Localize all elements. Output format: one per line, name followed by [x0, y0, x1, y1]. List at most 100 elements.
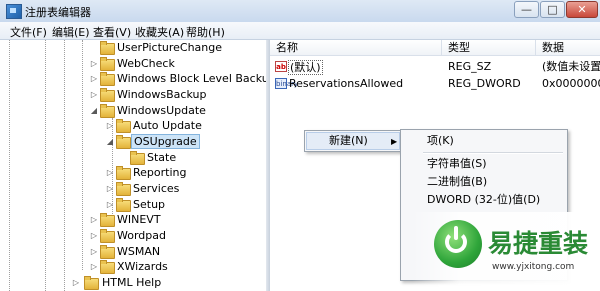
folder-icon [100, 72, 115, 86]
tree-item-label: Windows Block Level Backup [117, 72, 266, 85]
folder-icon [100, 104, 115, 118]
tree-item-label: WindowsUpdate [117, 104, 206, 117]
folder-open-icon [116, 135, 131, 149]
folder-icon [116, 182, 131, 196]
tree-item-label: Reporting [133, 166, 187, 179]
minimize-button[interactable]: — [514, 1, 539, 18]
tree-item-label: XWizards [117, 260, 168, 273]
tree-item-label: UserPictureChange [117, 41, 223, 54]
column-header-data[interactable]: 数据 [536, 40, 600, 56]
value-row-default[interactable]: ab (默认) REG_SZ (数值未设置 [270, 59, 600, 75]
folder-icon [130, 151, 145, 165]
menu-separator [423, 152, 563, 154]
tree-item-auto-update[interactable]: ▷ Auto Update [0, 118, 266, 133]
tree-item-osupgrade[interactable]: ◢ OSUpgrade [0, 134, 266, 149]
submenu-arrow-icon: ▶ [391, 137, 398, 146]
tree-item-xwizards[interactable]: ▷ XWizards [0, 259, 266, 274]
tree-item-label: WINEVT [117, 213, 161, 226]
folder-icon [116, 198, 131, 212]
folder-icon [116, 166, 131, 180]
folder-icon [116, 119, 131, 133]
binary-value-icon: binary [275, 78, 299, 89]
expand-arrow-icon[interactable]: ▷ [106, 184, 114, 193]
watermark: 易捷重装 www.yjxitong.com [412, 212, 600, 291]
expand-arrow-icon[interactable]: ▷ [90, 59, 98, 68]
window-title: 注册表编辑器 [25, 6, 91, 19]
value-type: REG_DWORD [448, 77, 521, 90]
expand-arrow-icon[interactable]: ▷ [90, 215, 98, 224]
folder-icon [100, 213, 115, 227]
tree-item-webcheck[interactable]: ▷ WebCheck [0, 56, 266, 71]
collapse-arrow-icon[interactable]: ◢ [90, 106, 98, 115]
menu-file[interactable]: 文件(F) [10, 24, 47, 40]
menu-item-string-value[interactable]: 字符串值(S) [427, 155, 487, 173]
string-value-icon: ab [275, 61, 287, 72]
menu-bar: 文件(F) 编辑(E) 查看(V) 收藏夹(A) 帮助(H) [0, 22, 600, 40]
value-name: (默认) [288, 60, 323, 75]
value-type: REG_SZ [448, 60, 492, 73]
tree-item-label: HTML Help [102, 276, 162, 289]
expand-arrow-icon[interactable]: ▷ [106, 168, 114, 177]
tree-item-label: Wordpad [117, 229, 166, 242]
tree-item-label: State [147, 151, 177, 164]
tree-item-label: WebCheck [117, 57, 175, 70]
tree-item-wordpad[interactable]: ▷ Wordpad [0, 228, 266, 243]
registry-tree[interactable]: UserPictureChange ▷ WebCheck ▷ Windows B… [0, 40, 266, 291]
tree-item-windowsupdate[interactable]: ◢ WindowsUpdate [0, 103, 266, 118]
expand-arrow-icon[interactable]: ▷ [72, 278, 80, 287]
watermark-url: www.yjxitong.com [492, 262, 575, 272]
tree-item-reporting[interactable]: ▷ Reporting [0, 165, 266, 180]
tree-item-label: OSUpgrade [131, 134, 200, 149]
tree-item-label: WindowsBackup [117, 88, 207, 101]
menu-view[interactable]: 查看(V) [93, 24, 131, 40]
menu-item-key[interactable]: 项(K) [427, 132, 454, 150]
maximize-button[interactable]: □ [540, 1, 565, 18]
menu-item-new[interactable]: 新建(N) ▶ [306, 132, 400, 150]
tree-item-label: Services [133, 182, 180, 195]
watermark-logo-icon [434, 220, 482, 268]
tree-item-userpicturechange[interactable]: UserPictureChange [0, 40, 266, 55]
title-bar: 注册表编辑器 — □ ✕ [0, 0, 600, 23]
folder-icon [100, 57, 115, 71]
menu-edit[interactable]: 编辑(E) [52, 24, 90, 40]
tree-item-state[interactable]: State [0, 150, 266, 165]
expand-arrow-icon[interactable]: ▷ [90, 262, 98, 271]
folder-icon [84, 276, 99, 290]
expand-arrow-icon[interactable]: ▷ [90, 231, 98, 240]
menu-item-binary-value[interactable]: 二进制值(B) [427, 173, 487, 191]
close-button[interactable]: ✕ [566, 1, 598, 18]
tree-item-html-help[interactable]: ▷ HTML Help [0, 275, 266, 290]
menu-favorites[interactable]: 收藏夹(A) [135, 24, 184, 40]
folder-icon [100, 229, 115, 243]
column-header-name[interactable]: 名称 [270, 40, 442, 56]
expand-arrow-icon[interactable]: ▷ [106, 121, 114, 130]
watermark-title: 易捷重装 [488, 229, 589, 258]
tree-item-windows-block-level-backup[interactable]: ▷ Windows Block Level Backup [0, 71, 266, 86]
tree-item-setup[interactable]: ▷ Setup [0, 197, 266, 212]
regedit-app-icon [6, 4, 22, 19]
collapse-arrow-icon[interactable]: ◢ [106, 137, 114, 146]
menu-item-dword-value[interactable]: DWORD (32-位)值(D) [427, 191, 540, 209]
expand-arrow-icon[interactable]: ▷ [106, 200, 114, 209]
folder-icon [100, 88, 115, 102]
tree-item-services[interactable]: ▷ Services [0, 181, 266, 196]
expand-arrow-icon[interactable]: ▷ [90, 90, 98, 99]
context-menu: 新建(N) ▶ [304, 130, 402, 152]
folder-icon [100, 245, 115, 259]
folder-icon [100, 41, 115, 55]
value-row-reservationsallowed[interactable]: binary ReservationsAllowed REG_DWORD 0x0… [270, 76, 600, 92]
tree-item-label: Auto Update [133, 119, 202, 132]
expand-arrow-icon[interactable]: ▷ [90, 247, 98, 256]
tree-item-label: WSMAN [117, 245, 161, 258]
menu-item-label: 新建(N) [329, 134, 368, 147]
tree-item-windowsbackup[interactable]: ▷ WindowsBackup [0, 87, 266, 102]
tree-item-winevt[interactable]: ▷ WINEVT [0, 212, 266, 227]
tree-item-label: Setup [133, 198, 166, 211]
tree-item-wsman[interactable]: ▷ WSMAN [0, 244, 266, 259]
value-data: (数值未设置 [542, 60, 600, 73]
expand-arrow-icon[interactable]: ▷ [90, 74, 98, 83]
menu-help[interactable]: 帮助(H) [186, 24, 225, 40]
column-header-type[interactable]: 类型 [442, 40, 536, 56]
folder-icon [100, 260, 115, 274]
value-name: ReservationsAllowed [289, 77, 404, 90]
